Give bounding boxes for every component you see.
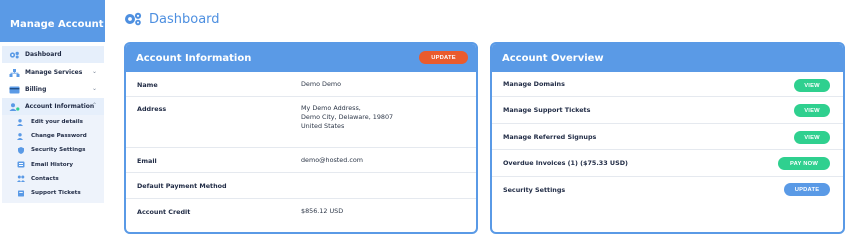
- chevron-down-icon: ⌄: [91, 85, 97, 92]
- account-information-header: Account Information UPDATE: [126, 44, 476, 72]
- view-referred-signups-button[interactable]: VIEW: [794, 131, 830, 144]
- info-label: Name: [137, 81, 158, 89]
- sidebar-item-dashboard[interactable]: Dashboard: [2, 46, 104, 63]
- info-label: Address: [137, 105, 167, 113]
- overview-row-manage-domains: Manage Domains VIEW: [492, 72, 843, 97]
- card-title: Account Overview: [502, 52, 604, 64]
- sidebar-item-label: Dashboard: [25, 51, 62, 58]
- users-icon: [17, 175, 25, 183]
- sidebar-menu: Dashboard Manage Services ⌄ Billing ⌄ Ac…: [2, 46, 104, 204]
- address-line: My Demo Address,: [301, 104, 361, 112]
- address-line: United States: [301, 122, 345, 130]
- sidebar-item-billing[interactable]: Billing ⌄: [2, 81, 104, 98]
- sidebar-subitem-support-tickets[interactable]: Support Tickets: [2, 186, 104, 200]
- account-information-card: Account Information UPDATE Name Demo Dem…: [124, 42, 478, 234]
- address-line: Demo City, Delaware, 19807: [301, 113, 394, 121]
- user-cog-icon: [9, 102, 20, 111]
- sidebar-title: Manage Account: [0, 0, 105, 42]
- cogs-icon: [9, 51, 20, 59]
- overview-row-overdue-invoices: Overdue Invoices (1) ($75.33 USD) PAY NO…: [492, 150, 843, 177]
- sidebar-item-label: Account Information: [25, 103, 95, 110]
- info-value: $856.12 USD: [301, 207, 344, 215]
- info-value: demo@hosted.com: [301, 156, 363, 164]
- shield-icon: [17, 146, 25, 154]
- info-label: Account Credit: [137, 208, 191, 216]
- overview-label: Security Settings: [503, 186, 566, 194]
- sidebar: Manage Account Dashboard Manage Services…: [0, 0, 105, 250]
- page-title-text: Dashboard: [149, 11, 220, 27]
- network-icon: [9, 68, 20, 77]
- overview-label: Manage Support Tickets: [503, 106, 591, 114]
- sidebar-subitem-contacts[interactable]: Contacts: [2, 172, 104, 186]
- overview-label: Manage Domains: [503, 80, 565, 88]
- overview-row-support-tickets: Manage Support Tickets VIEW: [492, 97, 843, 124]
- sidebar-subitem-change-password[interactable]: Change Password: [2, 129, 104, 143]
- info-row-account-credit: Account Credit $856.12 USD: [126, 199, 476, 229]
- overview-row-security-settings: Security Settings UPDATE: [492, 177, 843, 203]
- sidebar-subitem-edit-details[interactable]: Edit your details: [2, 115, 104, 129]
- sidebar-subitem-email-history[interactable]: Email History: [2, 158, 104, 172]
- sidebar-item-label: Billing: [25, 86, 47, 93]
- info-label: Email: [137, 157, 157, 165]
- sidebar-item-manage-services[interactable]: Manage Services ⌄: [2, 64, 104, 81]
- ticket-icon: [17, 190, 25, 197]
- view-domains-button[interactable]: VIEW: [794, 79, 830, 92]
- update-account-button[interactable]: UPDATE: [419, 51, 468, 64]
- chevron-up-icon: ⌃: [91, 102, 97, 109]
- card-title: Account Information: [136, 52, 252, 64]
- overview-label: Overdue Invoices (1) ($75.33 USD): [503, 159, 628, 167]
- info-row-address: Address My Demo Address, Demo City, Dela…: [126, 97, 476, 148]
- chevron-down-icon: ⌄: [91, 68, 97, 75]
- sidebar-subitem-security-settings[interactable]: Security Settings: [2, 143, 104, 157]
- pay-now-button[interactable]: PAY NOW: [778, 157, 830, 170]
- info-row-payment-method: Default Payment Method: [126, 173, 476, 199]
- sidebar-subitem-label: Email History: [31, 161, 74, 168]
- account-overview-header: Account Overview: [492, 44, 843, 72]
- update-security-button[interactable]: UPDATE: [784, 183, 830, 196]
- account-overview-card: Account Overview Manage Domains VIEW Man…: [490, 42, 845, 234]
- sidebar-subitem-label: Edit your details: [31, 119, 83, 126]
- info-value: Demo Demo: [301, 80, 342, 88]
- user-lock-icon: [17, 132, 25, 140]
- overview-row-referred-signups: Manage Referred Signups VIEW: [492, 124, 843, 150]
- view-support-tickets-button[interactable]: VIEW: [794, 104, 830, 117]
- info-row-email: Email demo@hosted.com: [126, 148, 476, 173]
- sidebar-item-label: Manage Services: [25, 69, 83, 76]
- sidebar-submenu: Edit your details Change Password Securi…: [2, 115, 104, 204]
- credit-card-icon: [9, 86, 20, 94]
- info-label: Default Payment Method: [137, 182, 227, 190]
- sidebar-item-account-information[interactable]: Account Information ⌃: [2, 98, 104, 115]
- sidebar-subitem-label: Change Password: [31, 133, 87, 140]
- sidebar-subitem-label: Support Tickets: [31, 190, 81, 197]
- address-value: My Demo Address, Demo City, Delaware, 19…: [301, 104, 393, 131]
- email-history-icon: [17, 161, 25, 168]
- overview-label: Manage Referred Signups: [503, 132, 597, 141]
- sidebar-subitem-label: Security Settings: [31, 147, 86, 154]
- page-title: Dashboard: [124, 9, 220, 29]
- sidebar-subitem-label: Contacts: [31, 175, 59, 182]
- user-edit-icon: [17, 118, 25, 126]
- cogs-icon: [124, 12, 142, 26]
- info-row-name: Name Demo Demo: [126, 72, 476, 97]
